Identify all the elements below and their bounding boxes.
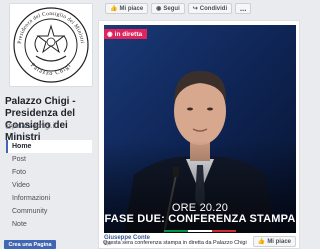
thumbs-up-icon: 👍 [110,6,118,12]
nav-item-post[interactable]: Post [6,153,92,166]
like-page-button[interactable]: 👍 Mi piace [105,3,149,14]
nav-item-video[interactable]: Video [6,179,92,192]
like-page-label: Mi piace [119,5,144,12]
live-badge: ◉ in diretta [104,29,148,39]
share-icon: ↪ [192,6,198,12]
post-description: Questa sera conferenza stampa in diretta… [103,240,247,246]
thumbs-up-icon: 👍 [257,239,266,245]
page-action-bar: 👍 Mi piace ◉ Segui ↪ Condividi ... [95,0,300,17]
nav-item-foto[interactable]: Foto [6,166,92,179]
right-column: 👍 Mi piace ◉ Segui ↪ Condividi ... ◉ in … [95,0,300,249]
page-title: Palazzo Chigi - Presidenza del Consiglio… [5,96,76,143]
palazzo-chigi-emblem: Presidenza del Consiglio dei Ministri Pa… [13,7,89,83]
live-icon: ◉ [107,31,113,38]
more-options-button[interactable]: ... [235,3,252,14]
share-label: Condividi [199,5,228,12]
live-label: in diretta [114,30,143,38]
live-post: ◉ in diretta ORE 20.20 FASE DUE: CONFERE… [98,20,300,249]
follow-label: Segui [163,5,180,12]
nav-item-community[interactable]: Community [6,205,92,218]
like-post-button[interactable]: 👍 Mi piace [252,236,296,247]
page-handle[interactable]: @palazzochigi.it [5,123,56,130]
italian-flag-stripe [164,230,236,232]
rss-icon: ◉ [156,6,162,12]
create-page-button[interactable]: Crea una Pagina [4,240,56,249]
page-nav: Home Post Foto Video Informazioni Commun… [6,140,92,231]
caption-title: FASE DUE: CONFERENZA STAMPA [104,213,296,225]
share-button[interactable]: ↪ Condividi [187,3,233,14]
profile-picture[interactable]: Presidenza del Consiglio dei Ministri Pa… [9,3,93,87]
live-video[interactable]: ◉ in diretta ORE 20.20 FASE DUE: CONFERE… [104,25,296,233]
nav-item-note[interactable]: Note [6,218,92,231]
like-post-label: Mi piace [267,238,291,245]
nav-item-home[interactable]: Home [6,140,92,153]
video-caption: ORE 20.20 FASE DUE: CONFERENZA STAMPA [104,202,296,225]
left-column: Presidenza del Consiglio dei Ministri Pa… [0,0,93,249]
nav-item-informazioni[interactable]: Informazioni [6,192,92,205]
follow-button[interactable]: ◉ Segui [151,3,185,14]
